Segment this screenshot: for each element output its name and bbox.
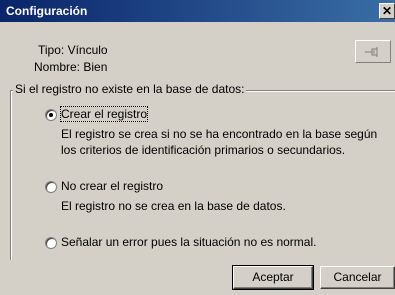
close-icon: ✕ (381, 4, 393, 18)
option-crear-label[interactable]: Crear el registro (59, 106, 149, 122)
radio-no-crear-registro[interactable] (45, 181, 57, 193)
window-title: Configuración (6, 4, 88, 18)
aceptar-button[interactable]: Aceptar (232, 265, 314, 290)
option-no-crear-description: El registro no se crea en la base de dat… (61, 199, 286, 213)
radio-senalar-error[interactable] (45, 237, 57, 249)
cancelar-button[interactable]: Cancelar (320, 266, 395, 289)
title-bar: Configuración ✕ (0, 0, 395, 22)
nombre-label: Nombre: Bien (34, 60, 108, 74)
option-senalar-error-label[interactable]: Señalar un error pues la situación no es… (61, 235, 316, 249)
pin-button[interactable] (355, 40, 391, 63)
radio-selected-dot (49, 113, 53, 117)
pin-icon (365, 46, 378, 57)
close-button[interactable]: ✕ (379, 3, 395, 19)
option-no-crear-label[interactable]: No crear el registro (61, 179, 163, 193)
option-crear-description-1: El registro se crea si no se ha encontra… (61, 127, 378, 141)
radio-crear-registro[interactable] (45, 109, 57, 121)
group-legend: Si el registro no existe en la base de d… (13, 82, 247, 96)
tipo-label: Tipo: Vínculo (38, 43, 108, 57)
option-crear-description-2: los criterios de identificación primario… (61, 143, 346, 157)
